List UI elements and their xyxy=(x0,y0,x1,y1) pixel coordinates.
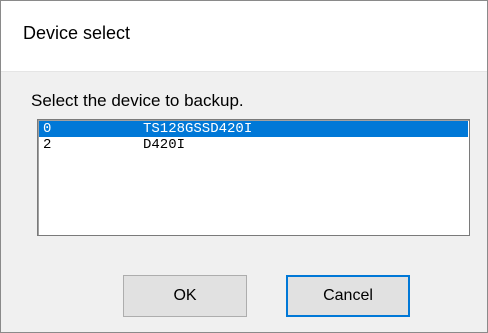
title-bar[interactable]: Device select xyxy=(1,1,487,72)
device-name: D420I xyxy=(143,137,186,153)
ok-button[interactable]: OK xyxy=(123,275,247,317)
device-name: TS128GSSD420I xyxy=(143,121,253,137)
device-list-item[interactable]: 2 D420I xyxy=(39,137,468,153)
device-index: 2 xyxy=(43,137,52,153)
device-list-item[interactable]: 0 TS128GSSD420I xyxy=(39,121,468,137)
device-select-dialog: Device select Select the device to backu… xyxy=(0,0,488,333)
instruction-label: Select the device to backup. xyxy=(31,91,244,110)
window-title: Device select xyxy=(23,23,131,43)
cancel-button[interactable]: Cancel xyxy=(286,275,410,317)
device-listbox[interactable]: 0 TS128GSSD420I 2 D420I xyxy=(37,119,470,236)
device-index: 0 xyxy=(43,121,52,137)
